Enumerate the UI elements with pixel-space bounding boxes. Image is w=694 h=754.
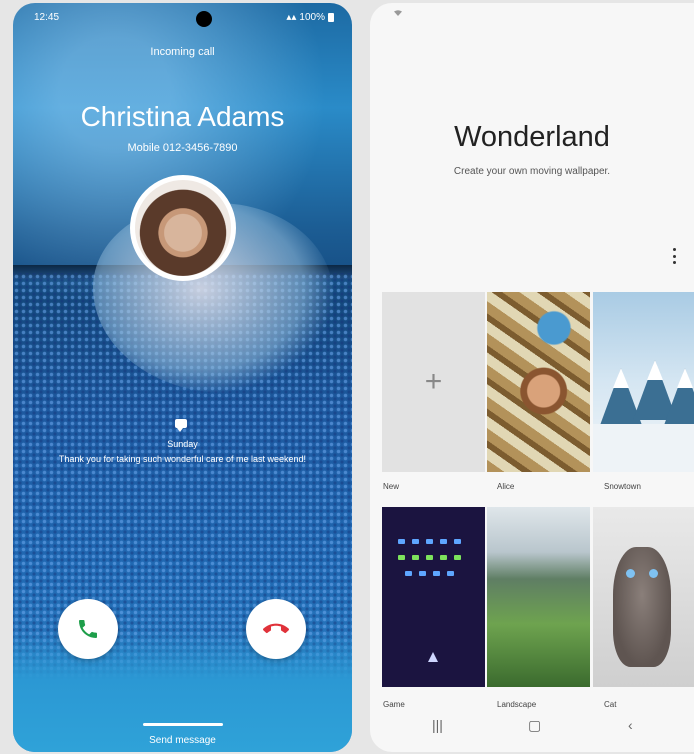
incoming-call-screen: 12:45 ▴▴ 100% Incoming call Christina Ad… [13,3,352,752]
back-icon[interactable]: ‹ [628,717,633,733]
tile-new[interactable]: + [382,292,485,472]
swipe-handle[interactable] [143,723,223,726]
plus-icon: + [424,365,443,398]
tile-label-cat: Cat [604,700,617,709]
caller-number: Mobile 012-3456-7890 [127,142,238,154]
tile-landscape[interactable] [487,507,590,687]
tile-game[interactable] [382,507,485,687]
status-time: 12:45 [34,12,60,23]
tile-label-landscape: Landscape [497,700,537,709]
system-nav-bar: ||| ▢ ‹ [370,717,694,747]
message-preview: Thank you for taking such wonderful care… [58,454,307,464]
recents-icon[interactable]: ||| [432,717,443,733]
tile-label-snowtown: Snowtown [604,482,641,491]
battery-percent: 100% [299,12,325,23]
tile-label-new: New [383,482,400,491]
send-message-button[interactable]: Send message [13,735,352,746]
hang-up-icon [263,623,289,634]
tile-alice[interactable] [487,292,590,472]
decline-call-button[interactable] [246,599,306,659]
app-subtitle: Create your own moving wallpaper. [453,166,611,177]
front-camera [196,11,212,27]
wonderland-app-screen: Wonderland Create your own moving wallpa… [370,3,694,752]
app-title: Wonderland [454,121,610,153]
status-indicators: ▴▴ 100% [286,12,334,23]
call-state-label: Incoming call [150,46,215,58]
phone-icon [79,620,97,638]
tile-label-alice: Alice [497,482,515,491]
more-options-icon[interactable] [671,248,677,264]
home-icon[interactable]: ▢ [528,717,541,734]
tile-snowtown[interactable] [593,292,694,472]
status-bar: 12:45 ▴▴ 100% [34,11,334,28]
message-day: Sunday [167,439,198,449]
caller-avatar [130,175,236,281]
tile-label-game: Game [383,700,405,709]
signal-icon: ▴▴ [286,12,297,23]
caller-name: Christina Adams [80,101,285,132]
pool-floor [13,632,352,752]
message-icon [175,419,187,432]
accept-call-button[interactable] [58,599,118,659]
battery-icon [328,13,334,22]
tile-cat[interactable] [593,507,694,687]
wifi-icon [394,10,402,16]
